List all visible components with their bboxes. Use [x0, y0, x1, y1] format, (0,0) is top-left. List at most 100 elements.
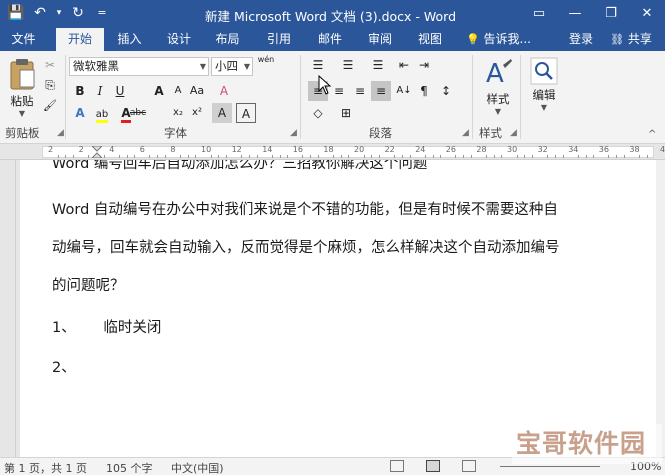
- ruler-number: 34: [568, 145, 579, 154]
- paragraph-dialog-launcher-icon[interactable]: ◢: [462, 128, 469, 138]
- list-item[interactable]: 1、 临时关闭: [52, 316, 161, 337]
- vertical-ruler[interactable]: [0, 160, 16, 457]
- font-color-icon[interactable]: A: [116, 103, 136, 123]
- show-marks-icon[interactable]: ¶: [414, 81, 434, 101]
- tell-me-box[interactable]: 💡 告诉我...: [466, 28, 556, 51]
- document-page[interactable]: Word 编号回车后自动添加怎么办？三招教你解决这个问题 Word 自动编号在办…: [20, 160, 660, 457]
- ruler-tick: [149, 155, 151, 158]
- zoom-slider[interactable]: [500, 466, 600, 467]
- indent-marker-icon[interactable]: [92, 146, 102, 158]
- close-icon[interactable]: ✕: [629, 0, 665, 28]
- superscript-icon[interactable]: x²: [187, 103, 207, 123]
- increase-indent-icon[interactable]: ⇥: [414, 55, 434, 75]
- document-paragraph-line[interactable]: Word 自动编号在办公中对我们来说是个不错的功能，但是有时候不需要这种自: [52, 198, 558, 219]
- numbering-icon[interactable]: ☰: [338, 55, 358, 75]
- clipboard-dialog-launcher-icon[interactable]: ◢: [57, 128, 64, 138]
- tab-view[interactable]: 视图: [406, 28, 454, 51]
- ruler-number: 4: [109, 145, 115, 154]
- font-dialog-launcher-icon[interactable]: ◢: [290, 128, 297, 138]
- cut-icon[interactable]: ✂: [40, 55, 60, 75]
- borders-icon[interactable]: ⊞: [336, 103, 356, 123]
- character-shading-icon[interactable]: A: [212, 103, 232, 123]
- web-layout-icon[interactable]: [462, 460, 476, 472]
- ruler-tick: [378, 155, 380, 158]
- subscript-icon[interactable]: x₂: [168, 103, 188, 123]
- paragraph-shading-icon[interactable]: ◇: [308, 103, 328, 123]
- text-highlight-icon[interactable]: ab: [92, 103, 112, 123]
- bullets-icon[interactable]: ☰: [308, 55, 328, 75]
- undo-icon[interactable]: ↶: [30, 3, 50, 23]
- ribbon-display-options-icon[interactable]: ▭: [521, 0, 557, 28]
- ruler-tick: [333, 155, 335, 158]
- format-painter-icon[interactable]: 🖌: [40, 96, 60, 116]
- line-spacing-icon[interactable]: ↕: [436, 81, 456, 101]
- sort-icon[interactable]: A↓: [394, 81, 414, 101]
- document-paragraph-line[interactable]: 的问题呢？: [52, 274, 125, 295]
- tab-review[interactable]: 审阅: [356, 28, 404, 51]
- font-size-combo[interactable]: 小四 ▼: [211, 57, 253, 76]
- svg-text:A: A: [486, 59, 504, 89]
- document-paragraph-line[interactable]: 动编号，回车就会自动输入，反而觉得是个麻烦，怎么样解决这个自动添加编号: [52, 236, 560, 257]
- ruler-tick: [531, 155, 533, 158]
- language-indicator[interactable]: 中文(中国): [171, 460, 224, 476]
- font-name-combo[interactable]: 微软雅黑 ▼: [69, 57, 209, 76]
- italic-icon[interactable]: I: [90, 81, 110, 101]
- underline-icon[interactable]: U: [110, 81, 130, 101]
- customize-qat-icon[interactable]: =: [92, 3, 112, 23]
- editing-button[interactable]: 编辑 ▼: [526, 57, 562, 112]
- align-right-icon[interactable]: ≡: [350, 81, 370, 101]
- highlight-glyph: ab: [95, 109, 109, 123]
- ruler-tick: [470, 155, 472, 158]
- justify-icon[interactable]: ≡: [371, 81, 391, 101]
- read-mode-icon[interactable]: [390, 460, 404, 472]
- ruler-tick: [371, 155, 373, 158]
- ruler-number: 40: [660, 145, 665, 154]
- paste-label: 粘贴: [10, 94, 34, 108]
- align-center-icon[interactable]: ≡: [329, 81, 349, 101]
- horizontal-ruler[interactable]: 2246810121416182022242628303234363840: [0, 144, 665, 160]
- save-icon[interactable]: 💾: [6, 3, 26, 23]
- styles-button[interactable]: A 样式 ▼: [478, 57, 518, 116]
- phonetic-guide-icon[interactable]: wén: [256, 55, 276, 75]
- tab-home[interactable]: 开始: [56, 28, 104, 51]
- sign-in-link[interactable]: 登录: [563, 28, 599, 51]
- minimize-icon[interactable]: —: [557, 0, 593, 28]
- character-border-icon[interactable]: A: [236, 103, 256, 123]
- ruler-tick: [126, 155, 128, 158]
- copy-icon[interactable]: ⎘: [40, 75, 60, 95]
- shrink-font-icon[interactable]: A: [168, 81, 188, 101]
- vertical-scrollbar[interactable]: [656, 160, 665, 457]
- tab-insert[interactable]: 插入: [106, 28, 153, 51]
- tab-file[interactable]: 文件: [0, 28, 47, 51]
- document-heading[interactable]: Word 编号回车后自动添加怎么办？三招教你解决这个问题: [52, 160, 427, 173]
- undo-dropdown-icon[interactable]: ▾: [54, 3, 64, 23]
- grow-font-icon[interactable]: A: [149, 81, 169, 101]
- bold-icon[interactable]: B: [70, 81, 90, 101]
- print-layout-icon[interactable]: [426, 460, 440, 472]
- page-count[interactable]: 第 1 页，共 1 页: [4, 460, 87, 476]
- ruler-number: 18: [323, 145, 334, 154]
- multilevel-list-icon[interactable]: ☰: [368, 55, 388, 75]
- change-case-icon[interactable]: Aa: [187, 81, 207, 101]
- tab-mailings[interactable]: 邮件: [306, 28, 354, 51]
- redo-icon[interactable]: ↻: [68, 3, 88, 23]
- word-count[interactable]: 105 个字: [106, 460, 153, 476]
- clipboard-group-label: 剪贴板: [5, 126, 40, 140]
- list-item[interactable]: 2、: [52, 356, 76, 377]
- tab-layout[interactable]: 布局: [204, 28, 251, 51]
- ruler-number: 36: [598, 145, 609, 154]
- tab-design[interactable]: 设计: [155, 28, 203, 51]
- ruler-tick: [577, 155, 579, 158]
- tell-me-text: 告诉我...: [483, 32, 531, 46]
- ruler-tick: [348, 155, 350, 158]
- collapse-ribbon-icon[interactable]: ^: [648, 129, 656, 140]
- ruler-tick: [134, 155, 136, 158]
- styles-dialog-launcher-icon[interactable]: ◢: [510, 128, 517, 138]
- share-button[interactable]: ⛓ 共享: [603, 28, 659, 51]
- clear-formatting-icon[interactable]: A: [214, 81, 234, 101]
- text-effects-icon[interactable]: A: [70, 103, 90, 123]
- decrease-indent-icon[interactable]: ⇤: [394, 55, 414, 75]
- tab-references[interactable]: 引用: [255, 28, 303, 51]
- paste-button[interactable]: 粘贴 ▼: [4, 57, 40, 118]
- restore-icon[interactable]: ❐: [593, 0, 629, 28]
